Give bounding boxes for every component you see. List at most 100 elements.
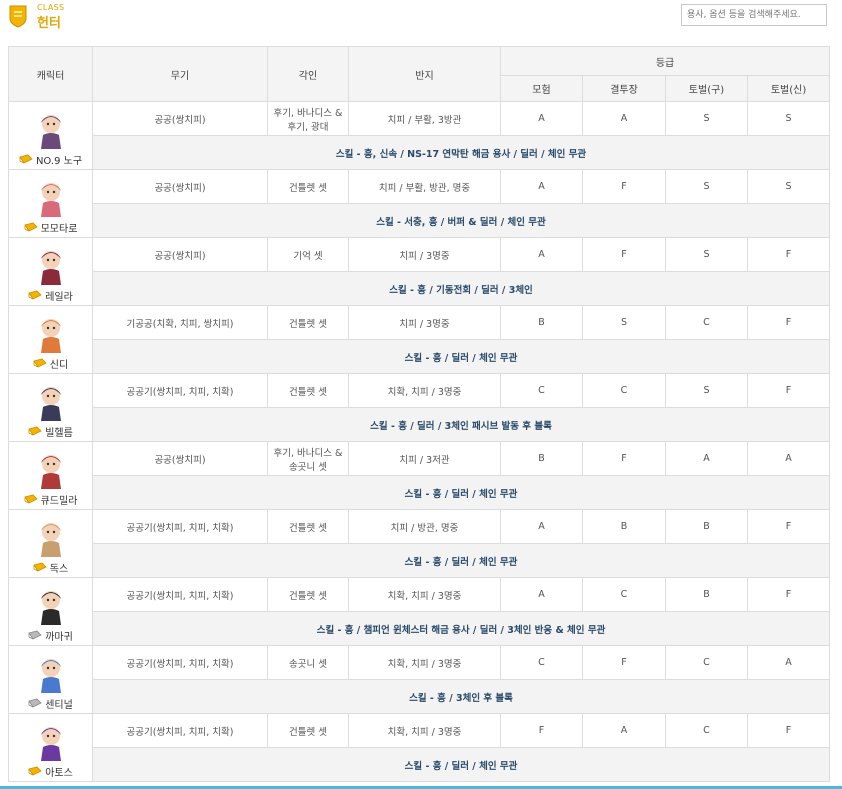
grade-raid-old-cell: C xyxy=(665,713,748,748)
grade-arena-cell: C xyxy=(582,577,666,612)
grade-arena-cell: A xyxy=(582,713,666,748)
table-row: 큐드밀라 공공(쌍치피) 후기, 바나디스 & 송곳니 셋 치피 / 3저관 B F A A xyxy=(8,441,831,510)
grade-raid-old-cell: B xyxy=(665,577,748,612)
character-avatar-icon xyxy=(40,250,61,285)
character-avatar-icon xyxy=(40,318,61,353)
grade-raid-new-cell: A xyxy=(746,645,831,680)
character-name: 신디 xyxy=(49,359,69,371)
table-row: NO.9 노구 공공(쌍치피) 후기, 바나디스 & 후기, 광대 치피 / 부활, … xyxy=(8,101,831,170)
character-avatar-icon xyxy=(40,114,61,149)
table-body: NO.9 노구 공공(쌍치피) 후기, 바나디스 & 후기, 광대 치피 / 부활, … xyxy=(8,101,831,782)
grade-arena-cell: F xyxy=(582,645,666,680)
header-weapon: 무기 xyxy=(92,46,268,102)
header-inscription: 각인 xyxy=(267,46,349,102)
skill-cell: 스킬 - 서충, 흥 / 버퍼 & 딜러 / 체인 무관 xyxy=(91,203,831,238)
skill-cell: 스킬 - 흥 / 딜러 / 3체인 패시브 발동 후 블록 xyxy=(91,407,831,442)
grade-raid-old-cell: S xyxy=(665,373,748,408)
weapon-cell: 공공(쌍치피) xyxy=(92,441,268,476)
grade-adventure-cell: A xyxy=(500,101,583,136)
character-name-row: 아토스 xyxy=(10,764,92,779)
rank-badge-icon xyxy=(28,290,42,300)
weapon-cell: 공공(쌍치피) xyxy=(92,169,268,204)
inscription-cell: 건틀렛 셋 xyxy=(267,713,349,748)
grade-adventure-cell: A xyxy=(500,509,583,544)
skill-cell: 스킬 - 흥 / 딜러 / 체인 무관 xyxy=(91,339,831,374)
table-row: 까마귀 공공기(쌍치피, 치피, 치확) 건틀렛 셋 치확, 치피 / 3명중 A C B F xyxy=(8,577,831,646)
inscription-cell: 건틀렛 셋 xyxy=(267,509,349,544)
character-avatar-icon xyxy=(40,454,61,489)
grade-adventure-cell: C xyxy=(500,373,583,408)
character-cell[interactable]: 센티널 xyxy=(8,645,93,714)
character-name-row: 신디 xyxy=(10,356,92,371)
grade-raid-new-cell: A xyxy=(746,441,831,476)
rank-badge-icon xyxy=(28,630,42,640)
weapon-cell: 공공기(쌍치피, 치피, 치확) xyxy=(92,713,268,748)
ring-cell: 치피 / 3명중 xyxy=(348,305,501,340)
grade-raid-old-cell: B xyxy=(665,509,748,544)
character-cell[interactable]: 아토스 xyxy=(8,713,93,782)
header-grade-adventure: 모험 xyxy=(500,75,583,102)
rank-badge-icon xyxy=(19,154,33,164)
grade-arena-cell: F xyxy=(582,441,666,476)
grade-adventure-cell: B xyxy=(500,305,583,340)
class-label: CLASS xyxy=(37,3,65,12)
ring-cell: 치확, 치피 / 3명중 xyxy=(348,373,501,408)
character-cell[interactable]: 빌헬름 xyxy=(8,373,93,442)
grade-raid-old-cell: A xyxy=(665,441,748,476)
grade-arena-cell: F xyxy=(582,237,666,272)
skill-row: 스킬 - 흥 / 딜러 / 체인 무관 xyxy=(9,747,831,782)
character-name: 독스 xyxy=(49,563,69,575)
skill-cell: 스킬 - 흥 / 딜러 / 체인 무관 xyxy=(91,543,831,578)
skill-cell: 스킬 - 흥, 신속 / NS-17 연막탄 해금 용사 / 딜러 / 체인 무… xyxy=(91,135,831,170)
grade-raid-new-cell: F xyxy=(746,577,831,612)
character-name: 까마귀 xyxy=(45,631,73,643)
hero-table: 캐릭터 무기 각인 반지 등급 모험 결투장 토벌(구) 토벌(신) NO.9 … xyxy=(8,46,831,782)
skill-row: 스킬 - 흥 / 딜러 / 3체인 패시브 발동 후 블록 xyxy=(9,407,831,442)
rank-badge-icon xyxy=(23,494,38,504)
table-row: 신디 기공공(치확, 치피, 쌍치피) 건틀렛 셋 치피 / 3명중 B S C F xyxy=(8,305,831,374)
weapon-cell: 공공(쌍치피) xyxy=(92,237,268,272)
character-name-row: NO.9 노구 xyxy=(10,152,92,167)
grade-raid-new-cell: F xyxy=(746,305,831,340)
skill-row: 스킬 - 서충, 흥 / 버퍼 & 딜러 / 체인 무관 xyxy=(9,203,831,238)
character-name: 아토스 xyxy=(45,767,73,779)
character-cell[interactable]: 모모타로 xyxy=(8,169,93,238)
weapon-cell: 공공기(쌍치피, 치피, 치확) xyxy=(92,577,268,612)
weapon-cell: 공공기(쌍치피, 치피, 치확) xyxy=(92,509,268,544)
skill-cell: 스킬 - 흥 / 챔피언 윈체스터 해금 용사 / 딜러 / 3체인 반응 & … xyxy=(91,611,831,646)
character-cell[interactable]: 신디 xyxy=(8,305,93,374)
inscription-cell: 건틀렛 셋 xyxy=(267,577,349,612)
skill-cell: 스킬 - 흥 / 기동전회 / 딜러 / 3체인 xyxy=(91,271,831,306)
grade-raid-old-cell: S xyxy=(665,169,748,204)
character-name: 빌헬름 xyxy=(45,427,73,439)
character-name-row: 독스 xyxy=(10,560,92,575)
ring-cell: 치피 / 부활, 3방관 xyxy=(348,101,501,136)
ring-cell: 치확, 치피 / 3명중 xyxy=(348,713,501,748)
grade-raid-new-cell: S xyxy=(746,101,831,136)
grade-raid-new-cell: F xyxy=(746,373,831,408)
rank-badge-icon xyxy=(33,358,47,368)
search-input[interactable] xyxy=(681,4,827,26)
character-name-row: 빌헬름 xyxy=(10,424,92,439)
character-cell[interactable]: 까마귀 xyxy=(8,577,93,646)
inscription-cell: 후기, 바나디스 & 후기, 광대 xyxy=(267,101,349,136)
character-cell[interactable]: 레일라 xyxy=(8,237,93,306)
inscription-cell: 건틀렛 셋 xyxy=(267,169,349,204)
rank-badge-icon xyxy=(33,562,47,572)
character-cell[interactable]: NO.9 노구 xyxy=(8,101,93,170)
character-avatar-icon xyxy=(40,658,61,693)
character-cell[interactable]: 큐드밀라 xyxy=(8,441,93,510)
grade-raid-old-cell: S xyxy=(665,237,748,272)
character-avatar-icon xyxy=(40,386,61,421)
ring-cell: 치피 / 3명중 xyxy=(348,237,501,272)
rank-badge-icon xyxy=(28,698,42,708)
weapon-cell: 공공기(쌍치피, 치피, 치확) xyxy=(92,373,268,408)
rank-badge-icon xyxy=(28,426,42,436)
grade-arena-cell: A xyxy=(582,101,666,136)
character-name-row: 센티널 xyxy=(10,696,92,711)
character-cell[interactable]: 독스 xyxy=(8,509,93,578)
grade-adventure-cell: B xyxy=(500,441,583,476)
table-row: 아토스 공공기(쌍치피, 치피, 치확) 건틀렛 셋 치확, 치피 / 3명중 F A C F xyxy=(8,713,831,782)
grade-arena-cell: C xyxy=(582,373,666,408)
inscription-cell: 건틀렛 셋 xyxy=(267,305,349,340)
